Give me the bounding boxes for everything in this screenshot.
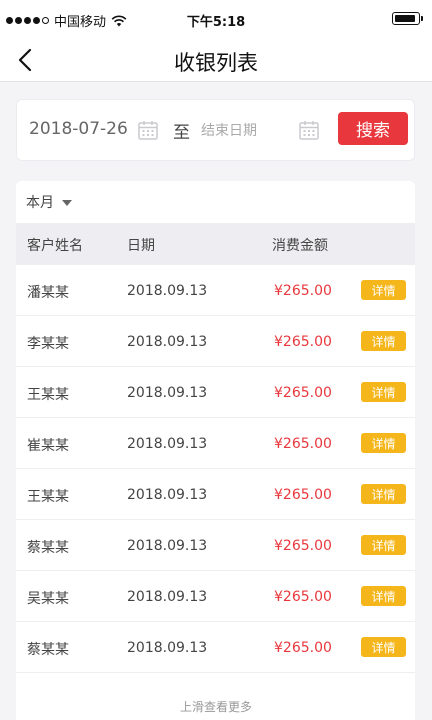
- calendar-icon[interactable]: [137, 119, 159, 141]
- row-amount: ¥265.00: [274, 538, 332, 554]
- status-time: 下午5:18: [186, 15, 246, 30]
- table-row: 王某某 2018.09.13 ¥265.00 详情: [16, 469, 415, 520]
- detail-button[interactable]: 详情: [361, 280, 406, 300]
- end-date-field[interactable]: 结束日期: [201, 120, 257, 140]
- battery-icon: [392, 12, 423, 25]
- row-amount: ¥265.00: [274, 385, 332, 401]
- table-row: 蔡某某 2018.09.13 ¥265.00 详情: [16, 520, 415, 571]
- nav-bar: 收银列表: [0, 38, 432, 82]
- date-search-panel: 2018-07-26 至 结束日期 搜索: [16, 99, 415, 161]
- customer-name: 吴某某: [27, 591, 69, 607]
- table-row: 李某某 2018.09.13 ¥265.00 详情: [16, 316, 415, 367]
- detail-button[interactable]: 详情: [361, 586, 406, 606]
- detail-button[interactable]: 详情: [361, 484, 406, 504]
- start-date-field[interactable]: 2018-07-26: [29, 119, 128, 139]
- table-header: 客户姓名 日期 消费金额: [16, 223, 415, 265]
- row-amount: ¥265.00: [274, 436, 332, 452]
- header-amount: 消费金额: [272, 238, 328, 254]
- table-body: 潘某某 2018.09.13 ¥265.00 详情 李某某 2018.09.13 ¥265.…: [16, 265, 415, 673]
- customer-name: 潘某某: [27, 285, 69, 301]
- detail-button[interactable]: 详情: [361, 637, 406, 657]
- table-row: 潘某某 2018.09.13 ¥265.00 详情: [16, 265, 415, 316]
- row-amount: ¥265.00: [274, 334, 332, 350]
- month-filter-label: 本月: [26, 195, 54, 211]
- row-amount: ¥265.00: [274, 589, 332, 605]
- row-amount: ¥265.00: [274, 487, 332, 503]
- month-filter-dropdown[interactable]: 本月: [16, 181, 415, 223]
- header-customer-name: 客户姓名: [27, 238, 83, 254]
- table-row: 王某某 2018.09.13 ¥265.00 详情: [16, 367, 415, 418]
- row-date: 2018.09.13: [127, 334, 208, 350]
- calendar-icon[interactable]: [298, 119, 320, 141]
- row-date: 2018.09.13: [127, 283, 208, 299]
- customer-name: 蔡某某: [27, 540, 69, 556]
- cashier-list: 本月 客户姓名 日期 消费金额 潘某某 2018.09.13 ¥265.00 详情 李某…: [16, 181, 415, 720]
- row-date: 2018.09.13: [127, 538, 208, 554]
- caret-down-icon: [62, 199, 72, 206]
- row-date: 2018.09.13: [127, 487, 208, 503]
- customer-name: 崔某某: [27, 438, 69, 454]
- search-button[interactable]: 搜索: [338, 112, 408, 145]
- detail-button[interactable]: 详情: [361, 382, 406, 402]
- scroll-more-hint: 上滑查看更多: [179, 700, 252, 714]
- detail-button[interactable]: 详情: [361, 535, 406, 555]
- row-date: 2018.09.13: [127, 640, 208, 656]
- detail-button[interactable]: 详情: [361, 433, 406, 453]
- header-date: 日期: [127, 238, 155, 254]
- status-bar: 中国移动 下午5:18: [0, 0, 432, 38]
- detail-button[interactable]: 详情: [361, 331, 406, 351]
- row-amount: ¥265.00: [274, 640, 332, 656]
- customer-name: 王某某: [27, 489, 69, 505]
- customer-name: 王某某: [27, 387, 69, 403]
- table-row: 崔某某 2018.09.13 ¥265.00 详情: [16, 418, 415, 469]
- date-range-separator: 至: [173, 123, 190, 143]
- page-title: 收银列表: [174, 51, 258, 75]
- row-date: 2018.09.13: [127, 385, 208, 401]
- row-amount: ¥265.00: [274, 283, 332, 299]
- customer-name: 蔡某某: [27, 642, 69, 658]
- row-date: 2018.09.13: [127, 589, 208, 605]
- table-row: 蔡某某 2018.09.13 ¥265.00 详情: [16, 622, 415, 673]
- row-date: 2018.09.13: [127, 436, 208, 452]
- table-row: 吴某某 2018.09.13 ¥265.00 详情: [16, 571, 415, 622]
- customer-name: 李某某: [27, 336, 69, 352]
